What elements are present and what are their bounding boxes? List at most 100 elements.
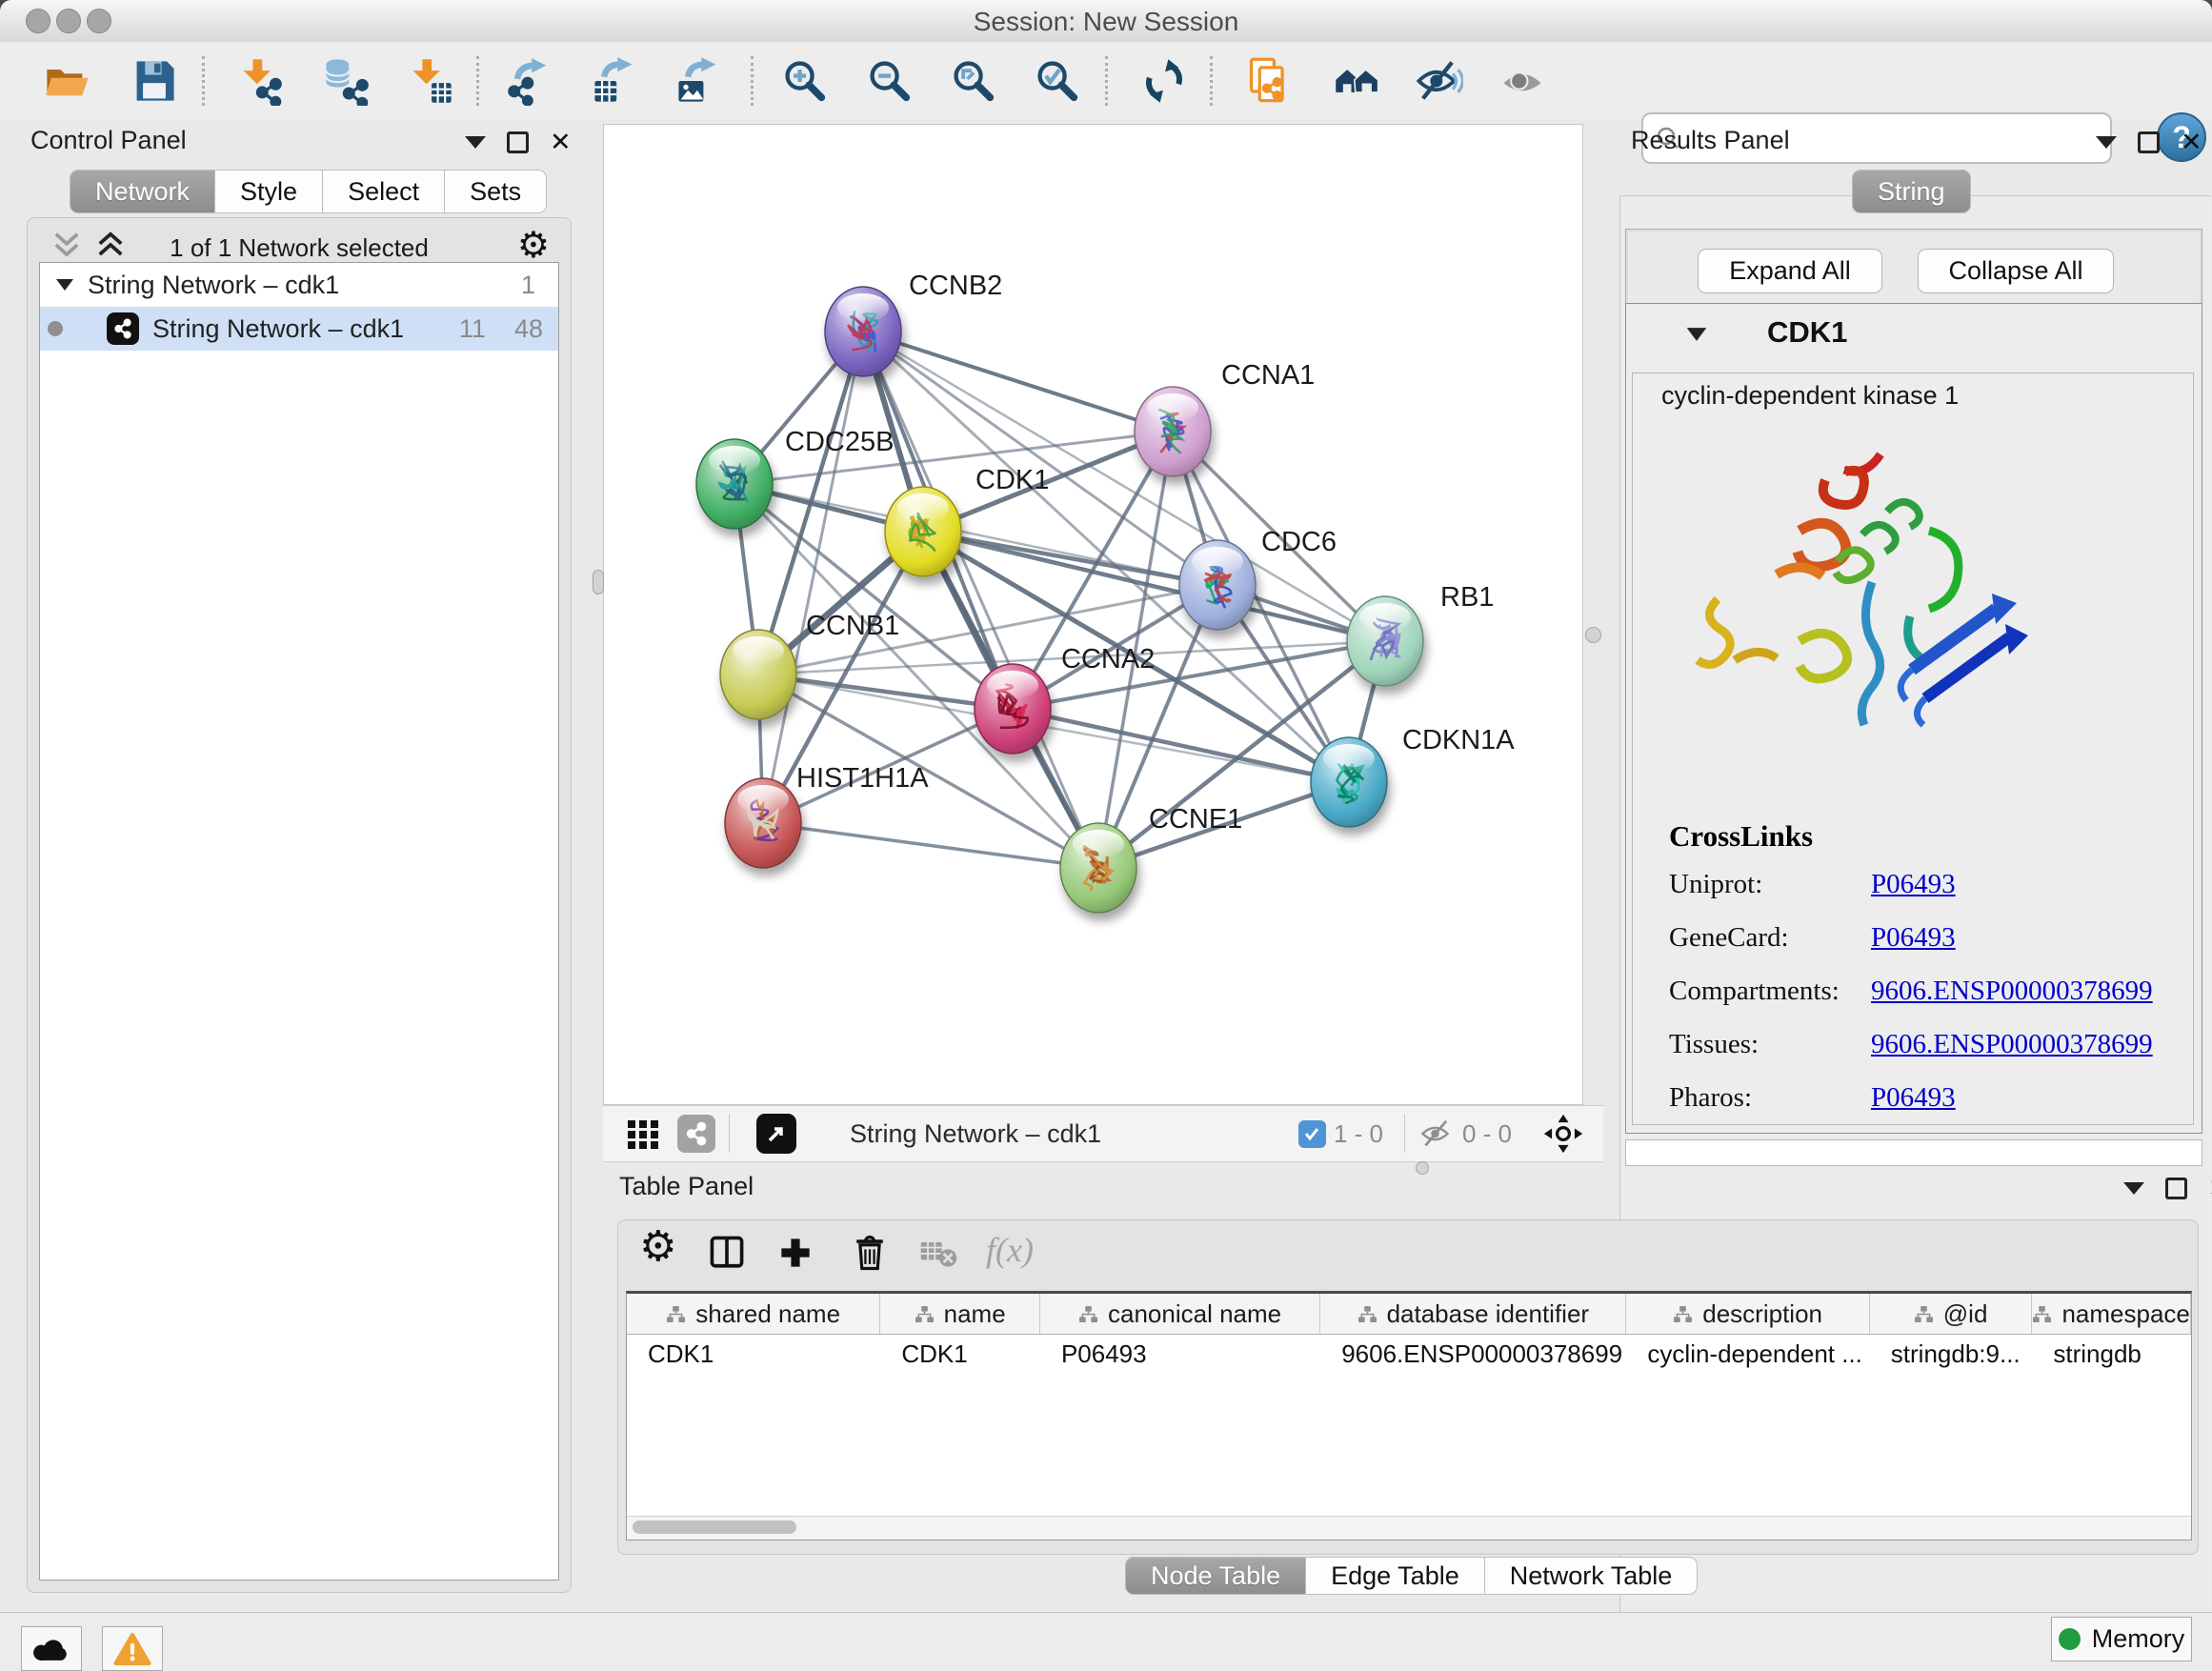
tab-string[interactable]: String: [1852, 170, 1971, 213]
table-horizontal-scrollbar[interactable]: [627, 1516, 2191, 1540]
hide-selection-button[interactable]: [1412, 54, 1465, 108]
table-row[interactable]: CDK1CDK1P064939606.ENSP00000378699cyclin…: [627, 1335, 2191, 1373]
node-CDKN1A[interactable]: [1311, 737, 1387, 827]
panel-float-icon[interactable]: [2165, 1178, 2187, 1199]
export-table-button[interactable]: [588, 54, 641, 108]
crosslink-link[interactable]: P06493: [1871, 922, 1956, 954]
panel-menu-icon[interactable]: [2123, 1182, 2144, 1195]
cloud-button[interactable]: [21, 1626, 82, 1671]
edge-CCNB2-CCNA1[interactable]: [863, 332, 1173, 432]
node-CDC25B[interactable]: [696, 439, 773, 529]
column-header-namespace[interactable]: namespace: [2032, 1294, 2191, 1334]
detach-view-icon[interactable]: [756, 1114, 796, 1154]
tab-edge-table[interactable]: Edge Table: [1305, 1557, 1485, 1595]
column-header--id[interactable]: @id: [1870, 1294, 2033, 1334]
import-network-file-button[interactable]: [232, 54, 286, 108]
add-column-button[interactable]: [774, 1232, 816, 1274]
crosslink-link[interactable]: 9606.ENSP00000378699: [1871, 976, 2153, 1007]
node-RB1[interactable]: [1347, 596, 1423, 686]
panel-menu-icon[interactable]: [2096, 136, 2117, 149]
tab-node-table[interactable]: Node Table: [1125, 1557, 1306, 1595]
home-button[interactable]: [1331, 54, 1384, 108]
expand-all-button[interactable]: Expand All: [1698, 249, 1882, 293]
save-session-button[interactable]: [128, 54, 181, 108]
table-cell[interactable]: CDK1: [880, 1335, 1040, 1373]
zoom-selected-button[interactable]: [1031, 54, 1084, 108]
zoom-out-button[interactable]: [863, 54, 916, 108]
node-CCNB2[interactable]: [825, 287, 901, 376]
table-panel: Table Panel ✕ ⚙ f(x) shared namenamecano…: [603, 1160, 2212, 1612]
scrollbar-thumb[interactable]: [633, 1520, 796, 1534]
tree-expander-icon[interactable]: [55, 278, 74, 292]
panel-float-icon[interactable]: [507, 131, 529, 153]
network-options-gear-icon[interactable]: ⚙: [517, 224, 550, 266]
crosslink-link[interactable]: 9606.ENSP00000378699: [1871, 1029, 2153, 1060]
node-CCNB1[interactable]: [720, 630, 796, 719]
column-header-description[interactable]: description: [1626, 1294, 1869, 1334]
memory-button[interactable]: Memory: [2051, 1617, 2192, 1661]
grid-view-icon[interactable]: [624, 1115, 662, 1153]
network-view-icon[interactable]: [677, 1115, 715, 1153]
tab-select[interactable]: Select: [322, 170, 445, 213]
table-cell[interactable]: CDK1: [627, 1335, 880, 1373]
edge-CCNA2-CDKN1A[interactable]: [1013, 709, 1349, 782]
panel-close-icon[interactable]: ✕: [2181, 134, 2202, 151]
collapse-all-button[interactable]: Collapse All: [1918, 249, 2114, 293]
delete-column-button[interactable]: [849, 1232, 891, 1274]
string-network-graph[interactable]: CCNB2CCNA1CDC25BCDK1CDC6RB1CCNB1CCNA2CDK…: [604, 125, 1584, 1106]
panel-close-icon[interactable]: ✕: [2208, 1180, 2212, 1197]
show-columns-button[interactable]: [706, 1232, 748, 1274]
warnings-button[interactable]: [102, 1626, 163, 1671]
left-splitter-handle[interactable]: [593, 570, 604, 594]
show-all-button[interactable]: [1496, 54, 1549, 108]
refresh-button[interactable]: [1137, 54, 1191, 108]
tab-network-table[interactable]: Network Table: [1484, 1557, 1699, 1595]
open-file-button[interactable]: [40, 54, 93, 108]
network-tree: String Network – cdk1 1 String Network –…: [39, 262, 559, 1580]
panel-close-icon[interactable]: ✕: [550, 134, 572, 151]
export-image-button[interactable]: [672, 54, 725, 108]
string-import-button[interactable]: [1242, 54, 1296, 108]
tab-network[interactable]: Network: [70, 170, 215, 213]
birds-eye-icon[interactable]: [1542, 1113, 1584, 1155]
import-table-button[interactable]: [404, 54, 457, 108]
table-cell[interactable]: cyclin-dependent ...: [1626, 1335, 1869, 1373]
import-network-database-button[interactable]: [319, 54, 372, 108]
zoom-in-button[interactable]: [778, 54, 832, 108]
column-header-database-identifier[interactable]: database identifier: [1320, 1294, 1626, 1334]
table-cell[interactable]: 9606.ENSP00000378699: [1320, 1335, 1626, 1373]
node-HIST1H1A[interactable]: [725, 778, 801, 868]
node-CCNE1[interactable]: [1060, 823, 1136, 913]
network-collection-row[interactable]: String Network – cdk1 1: [40, 263, 558, 307]
panel-float-icon[interactable]: [2138, 131, 2160, 153]
table-cell[interactable]: stringdb: [2032, 1335, 2191, 1373]
network-canvas[interactable]: CCNB2CCNA1CDC25BCDK1CDC6RB1CCNB1CCNA2CDK…: [603, 124, 1583, 1105]
results-panel-tabs: String: [1852, 170, 1971, 213]
entry-collapse-icon[interactable]: [1685, 327, 1708, 342]
tab-style[interactable]: Style: [214, 170, 323, 213]
function-builder-button[interactable]: f(x): [986, 1230, 1034, 1270]
table-options-gear-icon[interactable]: ⚙: [639, 1222, 676, 1271]
panel-menu-icon[interactable]: [465, 136, 486, 149]
node-CCNA2[interactable]: [975, 664, 1051, 754]
selected-checkbox-icon[interactable]: [1298, 1120, 1326, 1148]
import-network-icon: [234, 56, 284, 106]
table-cell[interactable]: stringdb:9...: [1870, 1335, 2033, 1373]
network-row[interactable]: String Network – cdk1 11 48: [40, 307, 558, 351]
edge-HIST1H1A-CCNE1[interactable]: [763, 823, 1098, 868]
crosslink-link[interactable]: P06493: [1871, 1082, 1956, 1114]
node-CDC6[interactable]: [1179, 540, 1256, 630]
node-CCNA1[interactable]: [1135, 387, 1211, 476]
column-header-canonical-name[interactable]: canonical name: [1040, 1294, 1320, 1334]
tab-sets[interactable]: Sets: [444, 170, 547, 213]
column-header-name[interactable]: name: [880, 1294, 1040, 1334]
right-splitter-handle[interactable]: [1585, 627, 1601, 643]
export-network-button[interactable]: [503, 54, 556, 108]
crosslink-link[interactable]: P06493: [1871, 869, 1956, 900]
network-label: String Network – cdk1: [152, 314, 459, 344]
node-CDK1[interactable]: [885, 487, 961, 576]
column-header-shared-name[interactable]: shared name: [627, 1294, 880, 1334]
table-cell[interactable]: P06493: [1040, 1335, 1320, 1373]
delete-table-button[interactable]: [917, 1232, 959, 1274]
zoom-fit-button[interactable]: [947, 54, 1000, 108]
